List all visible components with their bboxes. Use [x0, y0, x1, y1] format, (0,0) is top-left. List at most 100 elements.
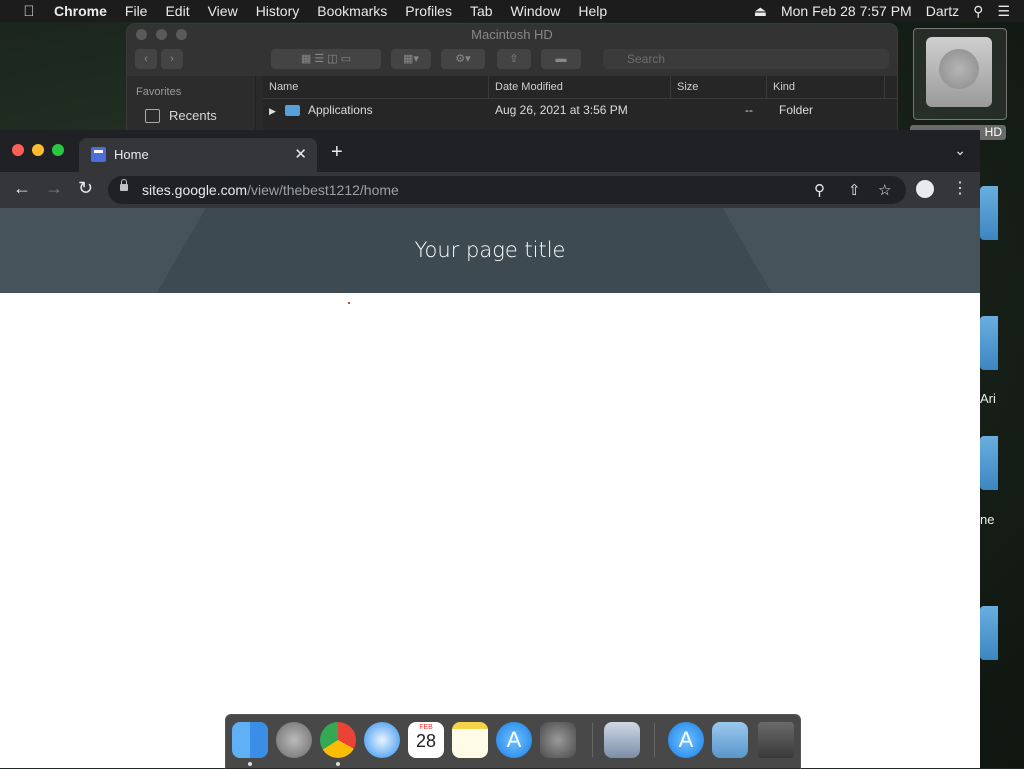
running-indicator	[336, 762, 340, 766]
row-name-cell: ▶ Applications	[263, 99, 489, 121]
finder-group-icon[interactable]: ▦▾	[391, 49, 431, 69]
finder-sidebar-item-label: Recents	[169, 108, 217, 123]
tab-home[interactable]: Home ✕	[79, 138, 317, 172]
recents-icon	[145, 109, 160, 123]
finder-share-icon[interactable]: ⇧	[497, 49, 531, 69]
forward-arrow-icon[interactable]: →	[45, 178, 63, 199]
calendar-month: FEB	[419, 724, 433, 731]
tab-title: Home	[114, 147, 149, 162]
finder-dock-icon[interactable]	[232, 722, 268, 758]
page-content	[0, 293, 980, 768]
finder-title: Macintosh HD	[471, 27, 553, 42]
finder-file-list: Name Date Modified Size Kind ▶ Applicati…	[263, 76, 897, 134]
url-host: sites.google.com	[142, 182, 248, 198]
address-bar[interactable]: sites.google.com/view/thebest1212/home ⚲…	[108, 176, 906, 204]
finder-sidebar: Favorites Recents	[127, 76, 256, 134]
dock-separator	[654, 723, 655, 757]
zoom-magnifier-icon[interactable]: ⚲	[814, 181, 825, 199]
window-zoom-button[interactable]	[52, 144, 64, 156]
desktop-folder-icon[interactable]	[980, 606, 998, 660]
tab-close-icon[interactable]: ✕	[294, 145, 307, 163]
finder-tag-icon[interactable]: ▬	[541, 49, 581, 69]
table-row[interactable]: ▶ Applications Aug 26, 2021 at 3:56 PM -…	[263, 99, 897, 121]
launchpad-dock-icon[interactable]	[276, 722, 312, 758]
site-header-banner: Your page title	[0, 208, 980, 293]
apple-menu-icon[interactable]: 	[20, 3, 38, 20]
row-name: Applications	[307, 103, 373, 117]
menu-bookmarks[interactable]: Bookmarks	[317, 3, 387, 19]
finder-window: Macintosh HD ‹ › ▦ ☰ ◫ ▭ ▦▾ ⚙▾ ⇧ ▬ Searc…	[127, 24, 897, 134]
system-preferences-dock-icon[interactable]	[540, 722, 576, 758]
back-arrow-icon[interactable]: ←	[13, 178, 31, 199]
desktop-folder-icon[interactable]	[980, 316, 998, 370]
url-text: sites.google.com/view/thebest1212/home	[142, 182, 399, 198]
column-header-kind[interactable]: Kind	[767, 76, 885, 98]
chrome-menu-icon[interactable]: ⋮	[952, 178, 968, 198]
documents-stack-dock-icon[interactable]	[712, 722, 748, 758]
folder-icon	[285, 105, 301, 117]
finder-action-gear-icon[interactable]: ⚙▾	[441, 49, 485, 69]
trash-dock-icon[interactable]	[758, 722, 794, 758]
bookmark-star-icon[interactable]: ☆	[878, 181, 891, 199]
preview-dock-icon[interactable]	[604, 722, 640, 758]
finder-search-input[interactable]: Search	[603, 49, 889, 69]
menu-edit[interactable]: Edit	[165, 3, 189, 19]
desktop-item-label[interactable]: Ari	[980, 391, 996, 406]
running-indicator	[248, 762, 252, 766]
menu-profiles[interactable]: Profiles	[405, 3, 452, 19]
finder-titlebar: Macintosh HD ‹ › ▦ ☰ ◫ ▭ ▦▾ ⚙▾ ⇧ ▬ Searc…	[127, 24, 897, 76]
safari-dock-icon[interactable]	[364, 722, 400, 758]
spotlight-search-icon[interactable]: ⚲	[973, 3, 983, 20]
eject-icon[interactable]: ⏏	[754, 3, 767, 20]
applications-folder-dock-icon[interactable]: A	[668, 722, 704, 758]
column-header-name[interactable]: Name	[263, 76, 489, 98]
finder-forward-icon[interactable]: ›	[161, 49, 183, 69]
dock: FEB 28 A A	[225, 714, 801, 769]
column-header-size[interactable]: Size	[671, 76, 767, 98]
calendar-dock-icon[interactable]: FEB 28	[408, 722, 444, 758]
chrome-dock-icon[interactable]	[320, 722, 356, 758]
column-header-date[interactable]: Date Modified	[489, 76, 671, 98]
share-icon[interactable]: ⇧	[848, 181, 861, 199]
menubar-clock[interactable]: Mon Feb 28 7:57 PM	[781, 3, 912, 19]
dock-separator	[592, 723, 593, 757]
calendar-day: 28	[415, 731, 437, 751]
row-kind: Folder	[779, 103, 814, 117]
finder-sidebar-item-recents[interactable]: Recents	[145, 108, 217, 123]
chrome-window: Home ✕ + ⌄ ← → ↻ sites.google.com/view/t…	[0, 130, 980, 768]
desktop-folder-icon[interactable]	[980, 436, 998, 490]
reload-icon[interactable]: ↻	[78, 178, 93, 199]
tab-search-chevron-icon[interactable]: ⌄	[954, 142, 966, 159]
disclosure-triangle-icon[interactable]: ▶	[269, 106, 276, 116]
menu-file[interactable]: File	[125, 3, 148, 19]
google-sites-favicon-icon	[91, 147, 106, 162]
app-store-dock-icon[interactable]: A	[496, 722, 532, 758]
desktop-disk-icon[interactable]	[913, 28, 1007, 120]
menu-app-name[interactable]: Chrome	[54, 3, 107, 19]
finder-sidebar-section: Favorites	[136, 86, 182, 98]
url-path: /view/thebest1212/home	[247, 182, 399, 198]
menu-window[interactable]: Window	[511, 3, 561, 19]
menu-history[interactable]: History	[256, 3, 300, 19]
menu-help[interactable]: Help	[578, 3, 607, 19]
menu-view[interactable]: View	[208, 3, 238, 19]
notes-dock-icon[interactable]	[452, 722, 488, 758]
finder-view-mode-icons[interactable]: ▦ ☰ ◫ ▭	[271, 49, 381, 69]
hard-disk-icon	[926, 37, 992, 107]
menubar-user[interactable]: Dartz	[926, 3, 959, 19]
page-speck	[348, 302, 350, 304]
window-close-button[interactable]	[12, 144, 24, 156]
new-tab-button[interactable]: +	[331, 141, 343, 164]
row-size: --	[745, 103, 753, 117]
control-center-icon[interactable]: ☰	[997, 3, 1010, 20]
window-minimize-button[interactable]	[32, 144, 44, 156]
menu-bar:  Chrome File Edit View History Bookmark…	[0, 0, 1024, 22]
lock-icon[interactable]	[120, 179, 128, 191]
profile-avatar-icon[interactable]	[916, 180, 934, 198]
menu-tab[interactable]: Tab	[470, 3, 493, 19]
finder-back-icon[interactable]: ‹	[135, 49, 157, 69]
page-title: Your page title	[414, 238, 566, 262]
tab-strip: Home ✕ + ⌄	[0, 130, 980, 172]
desktop-folder-icon[interactable]	[980, 186, 998, 240]
desktop-item-label[interactable]: ne	[980, 512, 994, 527]
